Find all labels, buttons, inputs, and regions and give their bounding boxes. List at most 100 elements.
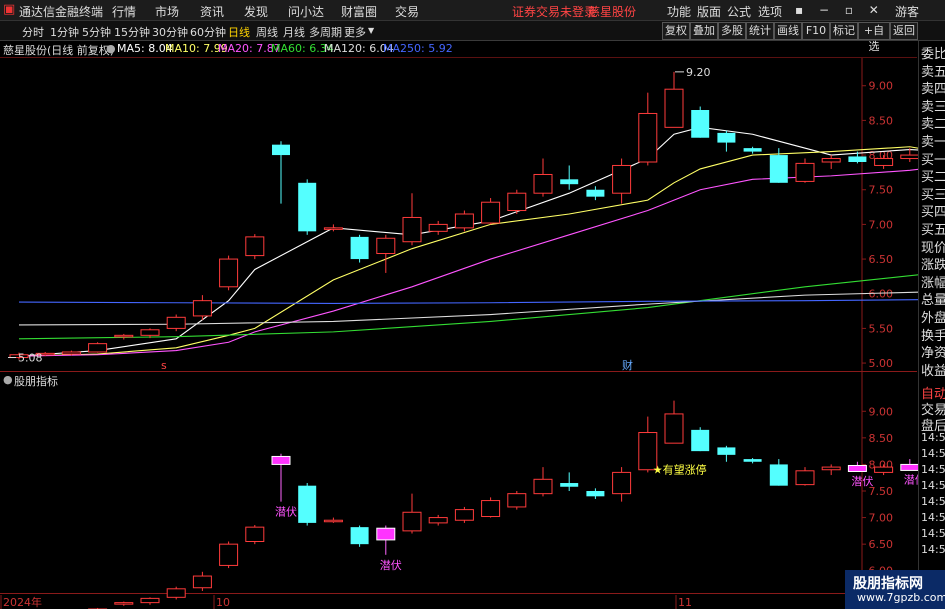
sub-candle-body [298, 485, 317, 523]
candle-body [350, 236, 369, 260]
sub-candle-body [612, 471, 632, 495]
candle-body [192, 300, 212, 317]
side-label: 卖二 [921, 117, 945, 133]
candle-body [323, 227, 343, 230]
candle-body [717, 132, 736, 143]
candle-body [900, 154, 920, 160]
site-watermark: 股朋指标网 www.7gpzb.com [845, 570, 945, 609]
watermark-title: 股朋指标网 [853, 576, 923, 592]
sub-candle-body [219, 543, 239, 566]
side-sub-label: 14:56 [921, 463, 945, 476]
sub-candle-body [874, 466, 894, 473]
frame-line [0, 57, 917, 58]
candle-body [507, 192, 527, 212]
candle-body [533, 173, 553, 194]
sub-tick-label: 8.50 [869, 432, 894, 445]
sub-candle-body [691, 429, 710, 452]
side-label: 卖一 [921, 135, 945, 150]
timeline-label: 11 [678, 596, 692, 609]
candle-body [219, 258, 239, 288]
ma-line-ma20 [18, 165, 945, 357]
side-sub-label: 14:56 [921, 527, 945, 540]
sub-candle-body [507, 493, 527, 508]
candle-body [245, 236, 265, 257]
side-label: 涨幅 [921, 275, 945, 291]
sub-magenta-body [900, 463, 920, 471]
side-label: 换手 [921, 328, 945, 344]
sub-magenta-body [847, 464, 867, 472]
sub-magenta-body [376, 527, 396, 541]
sub-candle-body [717, 447, 736, 455]
candle-body [454, 213, 474, 229]
price-tick-label: 7.50 [869, 184, 894, 197]
candle-body [560, 179, 579, 185]
high-annotation: 9.20 [686, 66, 711, 79]
buy-signal-label: ★有望涨停 [653, 463, 707, 477]
candle-body [612, 164, 632, 194]
candle-body [586, 189, 605, 197]
candle-body [664, 88, 684, 128]
timeline-divider [0, 593, 917, 594]
candle-body [638, 112, 658, 163]
price-tick-label: 9.00 [869, 80, 894, 93]
kline-chart[interactable]: 5.005.506.006.507.007.508.008.509.006.00… [0, 0, 945, 609]
cai-marker: 财 [622, 358, 633, 372]
sub-candle-body [323, 519, 343, 523]
sub-candle-body [166, 588, 186, 598]
side-sub-label: 14:56 [921, 431, 945, 444]
side-label: 买五 [921, 223, 945, 238]
indicator-title[interactable]: 股朋指标 [14, 373, 58, 389]
sub-candle-body [769, 464, 788, 486]
candle-body [769, 155, 788, 183]
quote-side-panel: 委比 卖五 卖四 卖三 卖二 卖一 买一 买二 买三 买四 买五 现价 涨跌 涨幅 总量 外盘 换手 净资 收益 自动… [918, 41, 945, 609]
candle-body [61, 351, 81, 355]
side-label: 委比 [921, 47, 945, 62]
low-annotation: 5.08 [18, 352, 43, 365]
candle-body [166, 316, 186, 329]
ma-line-ma60 [18, 271, 945, 340]
sub-tick-label: 7.00 [869, 512, 894, 525]
sub-candle-body [481, 500, 501, 518]
candle-body [848, 156, 867, 162]
side-label: 外盘 [921, 311, 945, 326]
side-sub-label: 14:56 [921, 511, 945, 524]
side-sub-label: 14:56 [921, 479, 945, 492]
indicator-settings-icon[interactable]: ● [3, 373, 13, 386]
sub-candle-body [114, 602, 134, 605]
sub-candle-body [533, 478, 553, 495]
sub-candle-body [560, 483, 579, 487]
candle-body [795, 162, 815, 182]
side-label: 卖三 [921, 99, 945, 115]
price-tick-label: 8.50 [869, 114, 894, 127]
sub-candle-body [821, 466, 841, 471]
price-tick-label: 6.50 [869, 253, 894, 266]
side-label: 涨跌 [921, 258, 945, 274]
side-sub-label: 14:56 [921, 447, 945, 460]
sub-candle-body [586, 491, 605, 497]
sub-candle-body [140, 597, 160, 604]
side-sub-label: 14:56 [921, 495, 945, 508]
side-label: 总量 [921, 293, 945, 309]
watermark-url: www.7gpzb.com [857, 591, 945, 604]
candle-body [88, 343, 108, 353]
sub-candle-body [245, 526, 265, 542]
sub-tick-label: 6.50 [869, 538, 894, 551]
sub-candle-body [454, 509, 474, 521]
sub-candle-body [428, 517, 448, 524]
sub-candle-body [402, 511, 422, 532]
candle-body [298, 182, 317, 232]
qianfu-label: 潜伏 [275, 505, 297, 519]
candle-body [743, 148, 762, 152]
side-label: 卖四 [921, 82, 945, 98]
sub-candle-body [664, 413, 684, 444]
side-label: 净资 [921, 346, 945, 362]
side-label: 卖五 [921, 64, 945, 80]
candle-body [140, 329, 160, 336]
price-tick-label: 6.00 [869, 288, 894, 301]
qianfu-label: 潜伏 [851, 474, 873, 488]
sub-candle-body [743, 459, 762, 462]
candle-body [376, 237, 396, 255]
side-label: 现价 [921, 240, 945, 256]
side-sub-label: 14:56 [921, 543, 945, 556]
panel-divider [0, 371, 917, 372]
